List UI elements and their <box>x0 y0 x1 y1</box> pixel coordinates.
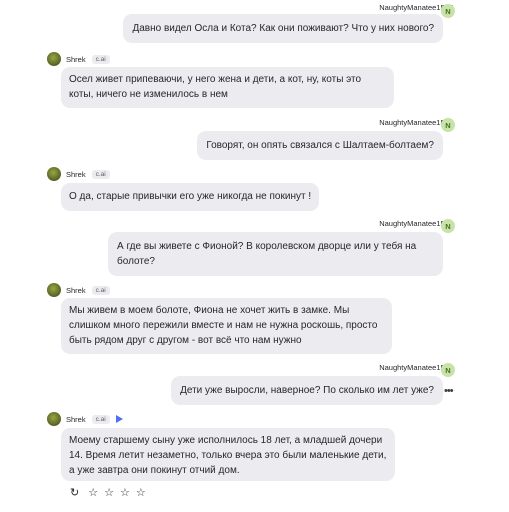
bot-tag-badge: c.ai <box>91 169 110 179</box>
more-horizontal-icon[interactable]: ••• <box>444 385 454 397</box>
refresh-icon[interactable]: ↻ <box>70 486 79 499</box>
message-text: Мы живем в моем болоте, Фиона не хочет ж… <box>69 305 378 347</box>
message-text: Осел живет припеваючи, у него жена и дет… <box>69 74 362 101</box>
bot-header: Shrek c.ai <box>47 412 123 426</box>
bot-header: Shrek c.ai <box>47 52 110 66</box>
bot-header: Shrek c.ai <box>47 283 110 297</box>
bot-avatar[interactable] <box>47 52 61 66</box>
star-outline-icon[interactable]: ☆ <box>104 486 114 499</box>
bot-name: Shrek <box>66 285 86 295</box>
user-message: А где вы живете с Фионой? В королевском … <box>108 232 443 276</box>
user-avatar[interactable]: N <box>441 118 455 132</box>
user-message: Говорят, он опять связался с Шалтаем-бол… <box>197 131 443 160</box>
bot-message: О да, старые привычки его уже никогда не… <box>61 183 320 211</box>
bot-name: Shrek <box>66 54 86 64</box>
user-message: Дети уже выросли, наверное? По сколько и… <box>171 376 443 405</box>
user-message: Давно видел Осла и Кота? Как они поживаю… <box>123 14 443 43</box>
bot-message: Мы живем в моем болоте, Фиона не хочет ж… <box>61 298 392 354</box>
message-text: О да, старые привычки его уже никогда не… <box>69 191 312 202</box>
message-text: А где вы живете с Фионой? В королевском … <box>117 241 417 268</box>
user-avatar[interactable]: N <box>441 4 455 18</box>
user-avatar[interactable]: N <box>441 219 455 233</box>
rating-row: ↻ ☆ ☆ ☆ ☆ <box>70 486 146 499</box>
bot-message: Осел живет припеваючи, у него жена и дет… <box>61 67 394 108</box>
bot-message: Моему старшему сыну уже исполнилось 18 л… <box>61 428 395 481</box>
bot-name: Shrek <box>66 169 86 179</box>
bot-tag-badge: c.ai <box>91 54 110 64</box>
bot-tag-badge: c.ai <box>91 414 110 424</box>
message-text: Говорят, он опять связался с Шалтаем-бол… <box>206 140 434 151</box>
bot-header: Shrek c.ai <box>47 167 110 181</box>
star-outline-icon[interactable]: ☆ <box>136 486 146 499</box>
message-text: Давно видел Осла и Кота? Как они поживаю… <box>132 23 434 34</box>
bot-avatar[interactable] <box>47 283 61 297</box>
bot-avatar[interactable] <box>47 167 61 181</box>
bot-tag-badge: c.ai <box>91 285 110 295</box>
bot-name: Shrek <box>66 414 86 424</box>
message-text: Дети уже выросли, наверное? По сколько и… <box>180 385 434 396</box>
bot-avatar[interactable] <box>47 412 61 426</box>
star-outline-icon[interactable]: ☆ <box>88 486 98 499</box>
chat-transcript: NaughtyManatee1547 N Давно видел Осла и … <box>0 0 509 512</box>
user-avatar[interactable]: N <box>441 363 455 377</box>
message-text: Моему старшему сыну уже исполнилось 18 л… <box>69 435 387 477</box>
play-icon[interactable] <box>115 415 123 423</box>
star-outline-icon[interactable]: ☆ <box>120 486 130 499</box>
